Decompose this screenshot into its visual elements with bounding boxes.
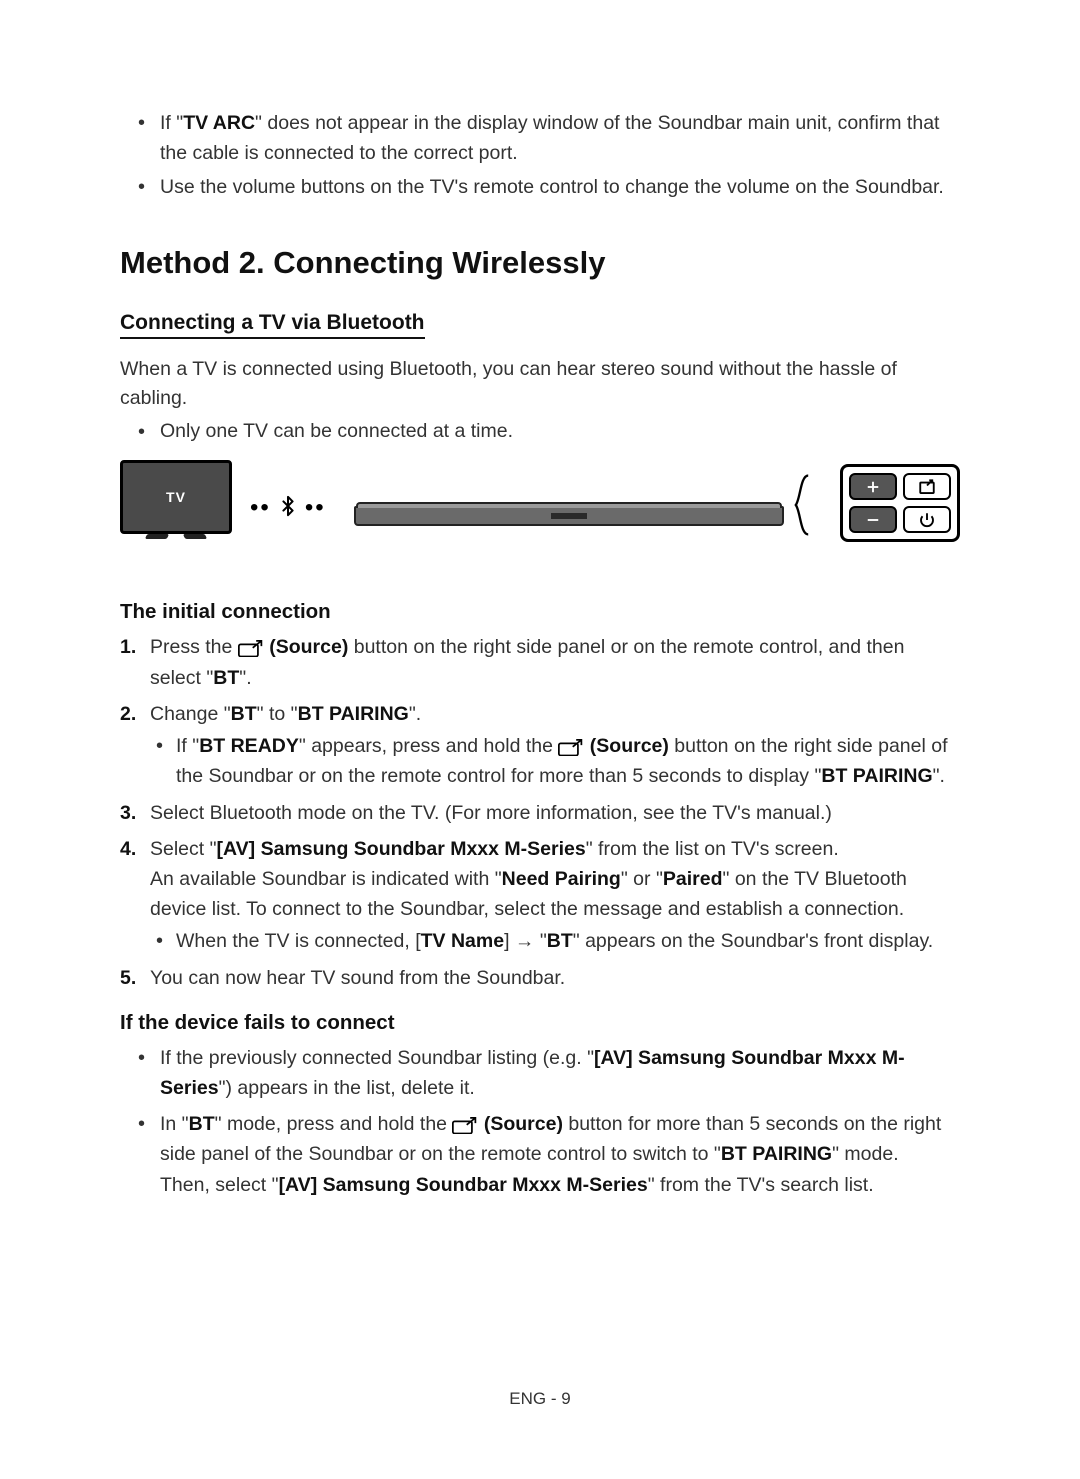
- step-1: Press the (Source) button on the right s…: [150, 632, 960, 692]
- bracket-icon: [794, 474, 810, 536]
- source-icon: [558, 735, 584, 753]
- bold-source: (Source): [584, 735, 669, 757]
- text-fragment: ".: [933, 765, 945, 787]
- text-fragment: An available Soundbar is indicated with …: [150, 868, 502, 890]
- top-notes-list: If "TV ARC" does not appear in the displ…: [120, 108, 960, 203]
- text-fragment: ] → ": [504, 930, 547, 952]
- bold-bt-pairing: BT PAIRING: [298, 703, 409, 725]
- bold-av-soundbar: [AV] Samsung Soundbar Mxxx M-Series: [279, 1174, 648, 1196]
- step-5: You can now hear TV sound from the Sound…: [150, 963, 960, 993]
- text-fragment: " appears on the Soundbar's front displa…: [573, 930, 933, 952]
- dot-icon: ••: [305, 494, 326, 522]
- text-fragment: " does not appear in the display window …: [160, 112, 939, 164]
- heading-fails-to-connect: If the device fails to connect: [120, 1011, 960, 1035]
- source-icon: [238, 636, 264, 654]
- text-fragment: Press the: [150, 636, 238, 658]
- step-3: Select Bluetooth mode on the TV. (For mo…: [150, 798, 960, 828]
- text-fragment: Then, select ": [160, 1174, 279, 1196]
- text-fragment: Change ": [150, 703, 231, 725]
- plus-button-icon: [849, 473, 897, 500]
- text-fragment: If ": [160, 112, 183, 134]
- note-one-tv: Only one TV can be connected at a time.: [160, 417, 960, 446]
- side-controls-icon: [840, 464, 960, 542]
- text-fragment: " mode.: [832, 1143, 899, 1165]
- source-icon: [452, 1113, 478, 1131]
- intro-bullets: Only one TV can be connected at a time.: [120, 417, 960, 446]
- intro-paragraph: When a TV is connected using Bluetooth, …: [120, 355, 960, 414]
- text-fragment: ".: [239, 667, 251, 689]
- bold-bt: BT: [231, 703, 257, 725]
- note-volume: Use the volume buttons on the TV's remot…: [160, 172, 960, 202]
- text-fragment: If ": [176, 735, 199, 757]
- bold-tv-arc: TV ARC: [183, 112, 255, 134]
- text-fragment: If the previously connected Soundbar lis…: [160, 1047, 594, 1069]
- bold-need-pairing: Need Pairing: [502, 868, 621, 890]
- bold-bt: BT: [189, 1113, 215, 1135]
- text-fragment: In ": [160, 1113, 189, 1135]
- heading-connecting-bluetooth: Connecting a TV via Bluetooth: [120, 311, 425, 339]
- note-tv-arc: If "TV ARC" does not appear in the displ…: [160, 108, 960, 168]
- bold-source: (Source): [264, 636, 349, 658]
- bold-av-soundbar: [AV] Samsung Soundbar Mxxx M-Series: [217, 838, 586, 860]
- heading-initial-connection: The initial connection: [120, 600, 960, 624]
- bold-tv-name: TV Name: [421, 930, 504, 952]
- page-content: If "TV ARC" does not appear in the displ…: [0, 0, 1080, 1200]
- fail-item-retry: In "BT" mode, press and hold the (Source…: [160, 1109, 960, 1200]
- bold-bt: BT: [547, 930, 573, 952]
- text-fragment: " mode, press and hold the: [215, 1113, 453, 1135]
- text-fragment: " to ": [257, 703, 298, 725]
- bold-bt: BT: [213, 667, 239, 689]
- bold-paired: Paired: [663, 868, 723, 890]
- heading-method-2: Method 2. Connecting Wirelessly: [120, 245, 960, 281]
- text-fragment: Select ": [150, 838, 217, 860]
- text-fragment: When the TV is connected, [: [176, 930, 421, 952]
- step-4: Select "[AV] Samsung Soundbar Mxxx M-Ser…: [150, 834, 960, 957]
- minus-button-icon: [849, 506, 897, 533]
- tv-label: TV: [166, 489, 186, 505]
- bold-bt-ready: BT READY: [199, 735, 299, 757]
- step-2-sub: If "BT READY" appears, press and hold th…: [176, 731, 960, 791]
- text-fragment: " from the TV's search list.: [648, 1174, 874, 1196]
- text-fragment: " from the list on TV's screen.: [586, 838, 839, 860]
- text-fragment: " or ": [621, 868, 663, 890]
- bluetooth-icon: [277, 495, 299, 522]
- fail-list: If the previously connected Soundbar lis…: [120, 1043, 960, 1200]
- page-footer: ENG - 9: [0, 1389, 1080, 1409]
- source-button-icon: [903, 473, 951, 500]
- text-fragment: ") appears in the list, delete it.: [219, 1077, 475, 1099]
- step-2: Change "BT" to "BT PAIRING". If "BT READ…: [150, 699, 960, 792]
- soundbar-icon: [354, 506, 784, 526]
- bold-bt-pairing: BT PAIRING: [821, 765, 932, 787]
- bold-source: (Source): [478, 1113, 563, 1135]
- power-button-icon: [903, 506, 951, 533]
- fail-item-delete: If the previously connected Soundbar lis…: [160, 1043, 960, 1103]
- step-4-sub: When the TV is connected, [TV Name] → "B…: [176, 926, 960, 956]
- text-fragment: ".: [409, 703, 421, 725]
- tv-stand-icon: [148, 529, 204, 539]
- tv-icon: TV: [120, 460, 232, 534]
- text-fragment: " appears, press and hold the: [299, 735, 559, 757]
- bluetooth-signal-icon: •• ••: [250, 494, 326, 522]
- steps-list: Press the (Source) button on the right s…: [120, 632, 960, 992]
- bold-bt-pairing: BT PAIRING: [721, 1143, 832, 1165]
- dot-icon: ••: [250, 494, 271, 522]
- connection-diagram: TV •• ••: [120, 460, 960, 560]
